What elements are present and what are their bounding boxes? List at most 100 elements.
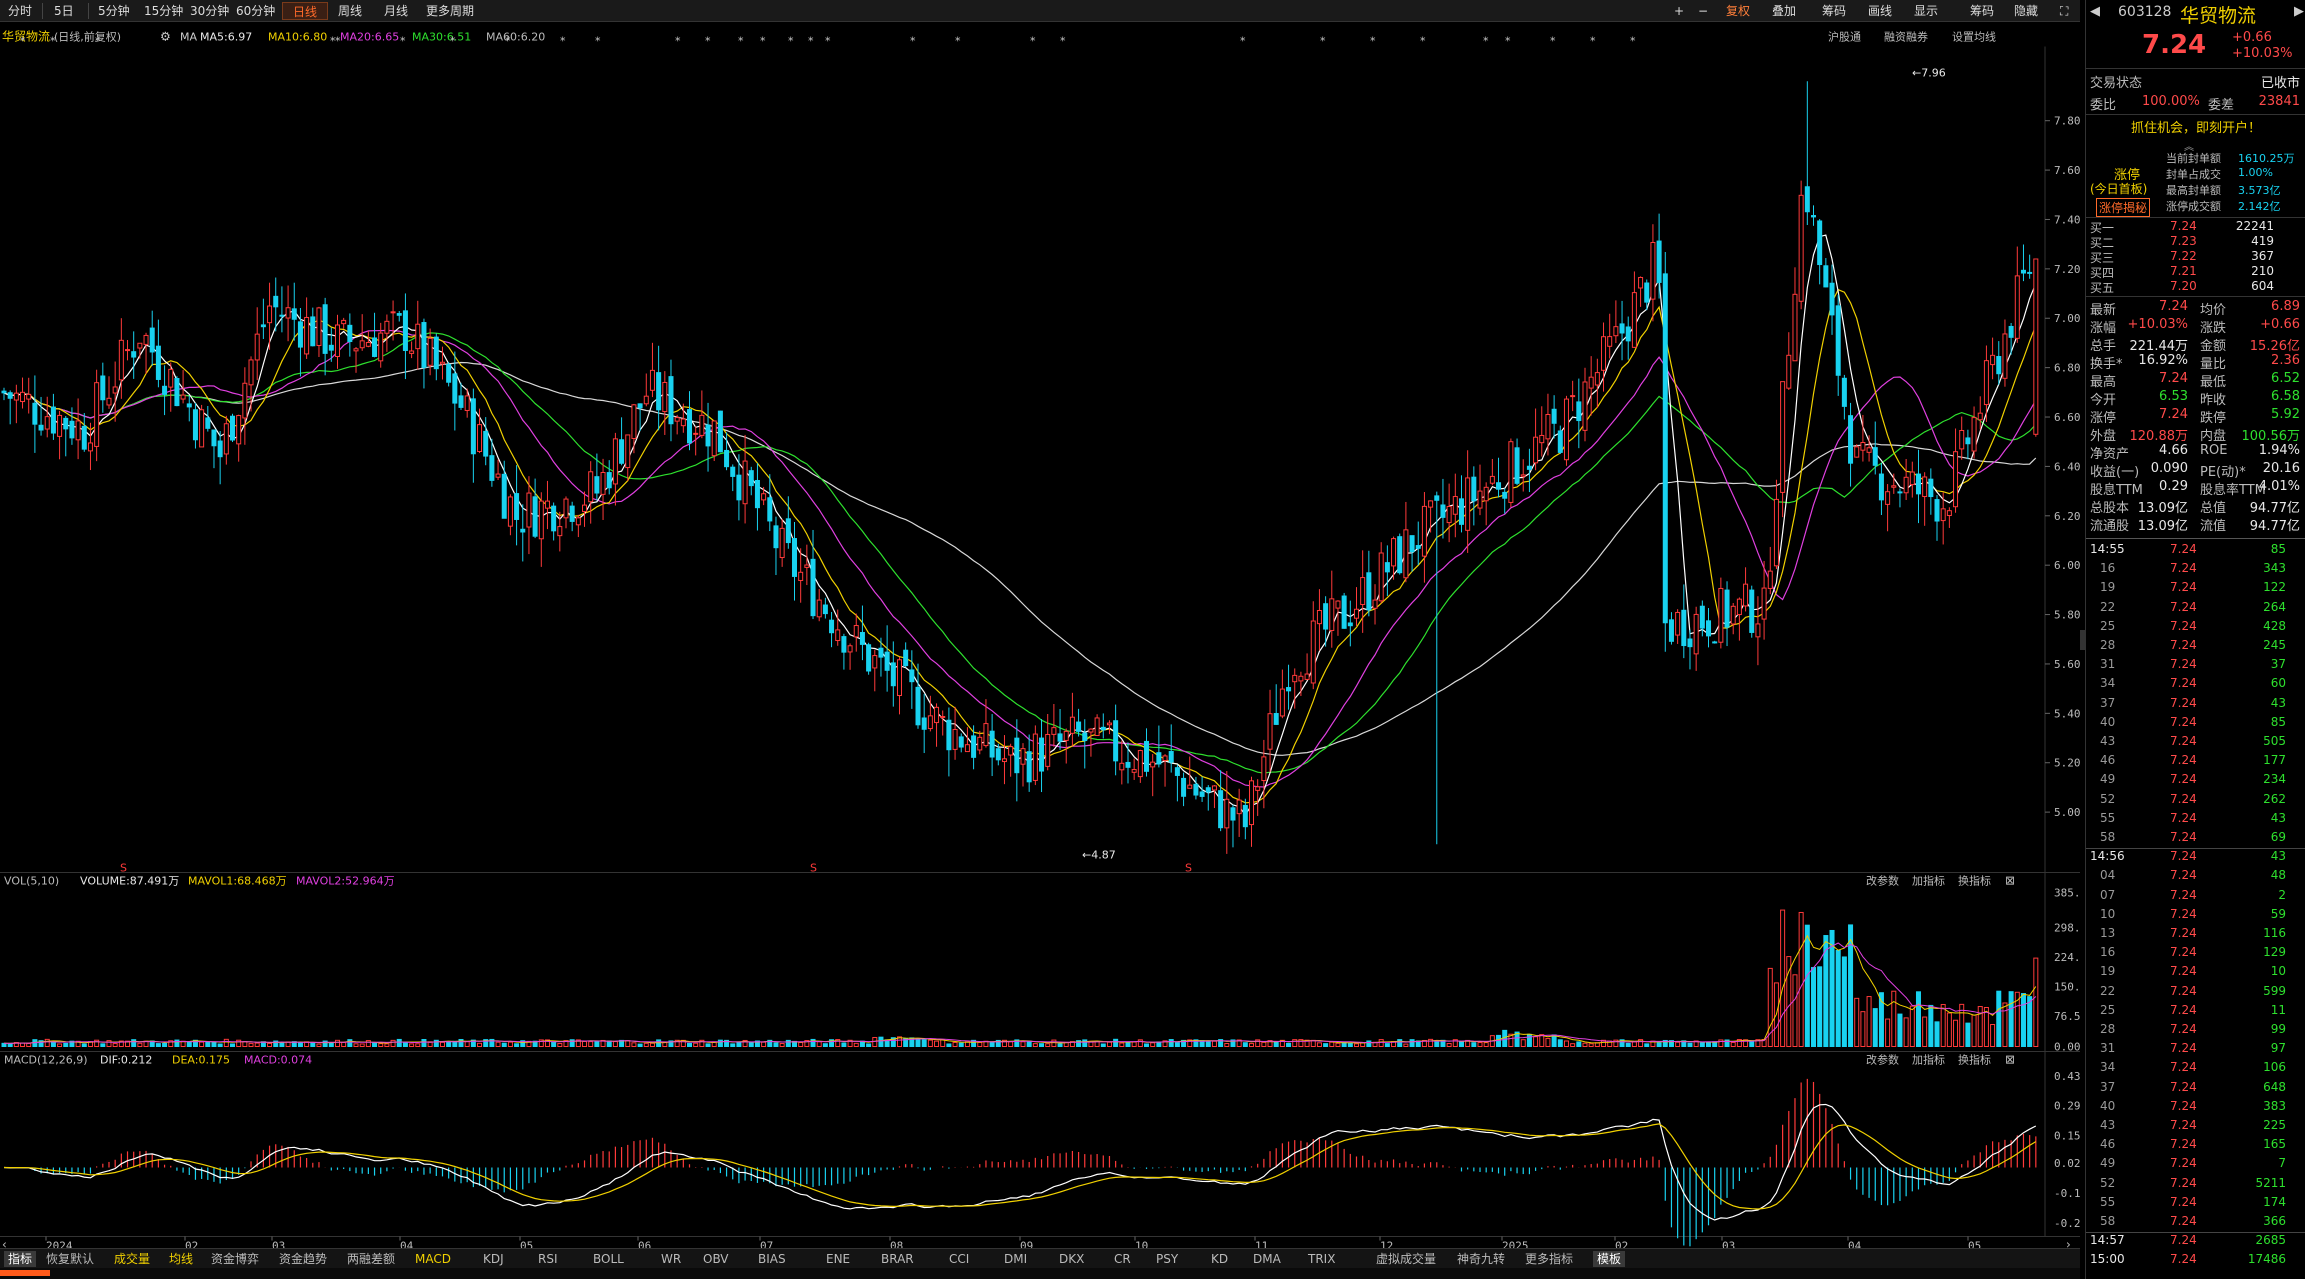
- indicator-tab[interactable]: WR: [661, 1251, 681, 1267]
- indicator-tab[interactable]: 更多指标: [1525, 1251, 1573, 1267]
- vol-switch-indicator[interactable]: 换指标: [1958, 874, 1991, 888]
- indicator-tab[interactable]: CCI: [949, 1251, 969, 1267]
- event-marker-icon[interactable]: *: [1590, 35, 1596, 48]
- tab-fenshi[interactable]: 分时: [6, 2, 34, 20]
- indicator-tab[interactable]: 两融差额: [347, 1251, 395, 1267]
- indicator-tab[interactable]: MACD: [415, 1251, 451, 1267]
- tab-60min[interactable]: 60分钟: [234, 2, 277, 20]
- zoom-in-icon[interactable]: +: [1672, 2, 1686, 20]
- event-marker-icon[interactable]: *: [675, 35, 681, 48]
- event-marker-icon[interactable]: *: [560, 35, 566, 48]
- dividend-marker-icon[interactable]: S: [1185, 862, 1192, 875]
- overlay-button[interactable]: 叠加: [1770, 2, 1798, 20]
- event-marker-icon[interactable]: *: [1370, 35, 1376, 48]
- vol-edit-params[interactable]: 改参数: [1866, 874, 1899, 888]
- event-marker-icon[interactable]: *: [20, 35, 26, 48]
- indicator-tab[interactable]: RSI: [538, 1251, 558, 1267]
- tab-daily[interactable]: 日线: [282, 2, 329, 20]
- event-marker-icon[interactable]: *: [1240, 35, 1246, 48]
- event-marker-icon[interactable]: *: [788, 35, 794, 48]
- indicator-tab[interactable]: OBV: [703, 1251, 729, 1267]
- indicator-tab[interactable]: 神奇九转: [1457, 1251, 1505, 1267]
- indicator-tab[interactable]: 指标: [4, 1251, 37, 1267]
- link-hgt[interactable]: 沪股通: [1828, 30, 1861, 44]
- event-marker-icon[interactable]: *: [450, 35, 456, 48]
- macd-switch-indicator[interactable]: 换指标: [1958, 1053, 1991, 1067]
- event-marker-icon[interactable]: *: [910, 35, 916, 48]
- hide-button[interactable]: 隐藏: [2012, 2, 2040, 20]
- drawing-button[interactable]: 画线: [1866, 2, 1894, 20]
- zoom-out-icon[interactable]: −: [1696, 2, 1710, 20]
- prev-stock-icon[interactable]: ◀: [2090, 4, 2100, 19]
- indicator-tab[interactable]: BRAR: [881, 1251, 914, 1267]
- macd-add-indicator[interactable]: 加指标: [1912, 1053, 1945, 1067]
- event-marker-icon[interactable]: *: [1505, 35, 1511, 48]
- indicator-tab[interactable]: BIAS: [758, 1251, 786, 1267]
- indicator-tab[interactable]: DMI: [1004, 1251, 1027, 1267]
- indicator-tab[interactable]: BOLL: [593, 1251, 624, 1267]
- indicator-tab[interactable]: 模板: [1593, 1251, 1626, 1267]
- indicator-tab[interactable]: 资金博弈: [211, 1251, 259, 1267]
- indicator-tab[interactable]: ENE: [826, 1251, 850, 1267]
- tab-weekly[interactable]: 周线: [336, 2, 364, 20]
- vol-close-icon[interactable]: ⊠: [2005, 874, 2015, 888]
- event-marker-icon[interactable]: *: [50, 35, 56, 48]
- event-marker-icon[interactable]: *: [1483, 35, 1489, 48]
- fullscreen-icon[interactable]: ⛶: [2058, 2, 2070, 20]
- dividend-marker-icon[interactable]: S: [120, 862, 127, 875]
- indicator-tab[interactable]: 资金趋势: [279, 1251, 327, 1267]
- tab-5min[interactable]: 5分钟: [96, 2, 132, 20]
- indicator-tab[interactable]: 恢复默认: [46, 1251, 94, 1267]
- indicator-tab[interactable]: DMA: [1253, 1251, 1281, 1267]
- open-account-promo[interactable]: 抓住机会，即刻开户！: [2090, 117, 2302, 136]
- display-button[interactable]: 显示: [1912, 2, 1940, 20]
- event-marker-icon[interactable]: *: [955, 35, 961, 48]
- link-ma-settings[interactable]: 设置均线: [1952, 30, 1996, 44]
- kline-chart[interactable]: 华贸物流 (日线,前复权) ⚙ MA MA5:6.97 MA10:6.80 MA…: [0, 22, 2080, 1257]
- event-marker-icon[interactable]: *: [1550, 35, 1556, 48]
- tab-30min[interactable]: 30分钟: [188, 2, 231, 20]
- indicator-tab[interactable]: KDJ: [483, 1251, 504, 1267]
- event-marker-icon[interactable]: *: [1630, 35, 1636, 48]
- indicator-tab[interactable]: 虚拟成交量: [1376, 1251, 1436, 1267]
- event-marker-icon[interactable]: *: [95, 35, 101, 48]
- bid-row[interactable]: 买三 7.22 367: [2090, 249, 2302, 265]
- indicator-tab[interactable]: TRIX: [1308, 1251, 1335, 1267]
- next-stock-icon[interactable]: ▶: [2294, 4, 2304, 19]
- event-marker-icon[interactable]: *: [335, 35, 341, 48]
- event-marker-icon[interactable]: *: [1320, 35, 1326, 48]
- event-marker-icon[interactable]: *: [760, 35, 766, 48]
- tab-more-periods[interactable]: 更多周期: [424, 2, 476, 20]
- macd-edit-params[interactable]: 改参数: [1866, 1053, 1899, 1067]
- bid-row[interactable]: 买一 7.24 22241: [2090, 219, 2302, 235]
- fuquan-button[interactable]: 复权: [1724, 2, 1752, 20]
- settings-icon[interactable]: ⚙: [160, 30, 171, 44]
- event-marker-icon[interactable]: *: [595, 35, 601, 48]
- bid-row[interactable]: 买五 7.20 604: [2090, 279, 2302, 295]
- event-marker-icon[interactable]: *: [1420, 35, 1426, 48]
- chips2-button[interactable]: 筹码: [1968, 2, 1996, 20]
- event-marker-icon[interactable]: *: [705, 35, 711, 48]
- macd-close-icon[interactable]: ⊠: [2005, 1053, 2015, 1067]
- event-marker-icon[interactable]: *: [808, 35, 814, 48]
- panel-splitter-handle[interactable]: [2080, 630, 2085, 650]
- event-marker-icon[interactable]: *: [1030, 35, 1036, 48]
- indicator-tab[interactable]: CR: [1114, 1251, 1131, 1267]
- event-marker-icon[interactable]: *: [505, 35, 511, 48]
- bid-row[interactable]: 买二 7.23 419: [2090, 234, 2302, 250]
- indicator-tab[interactable]: PSY: [1156, 1251, 1178, 1267]
- tab-monthly[interactable]: 月线: [382, 2, 410, 20]
- event-marker-icon[interactable]: *: [825, 35, 831, 48]
- chips-button[interactable]: 筹码: [1820, 2, 1848, 20]
- indicator-tab[interactable]: 成交量: [114, 1251, 150, 1267]
- indicator-tab[interactable]: DKX: [1059, 1251, 1084, 1267]
- tab-15min[interactable]: 15分钟: [142, 2, 185, 20]
- bid-row[interactable]: 买四 7.21 210: [2090, 264, 2302, 280]
- event-marker-icon[interactable]: *: [738, 35, 744, 48]
- limit-up-reveal-button[interactable]: 涨停揭秘: [2096, 198, 2151, 217]
- dividend-marker-icon[interactable]: S: [810, 862, 817, 875]
- event-marker-icon[interactable]: *: [400, 35, 406, 48]
- indicator-tab[interactable]: 均线: [169, 1251, 193, 1267]
- indicator-tab[interactable]: KD: [1211, 1251, 1228, 1267]
- link-margin[interactable]: 融资融券: [1884, 30, 1928, 44]
